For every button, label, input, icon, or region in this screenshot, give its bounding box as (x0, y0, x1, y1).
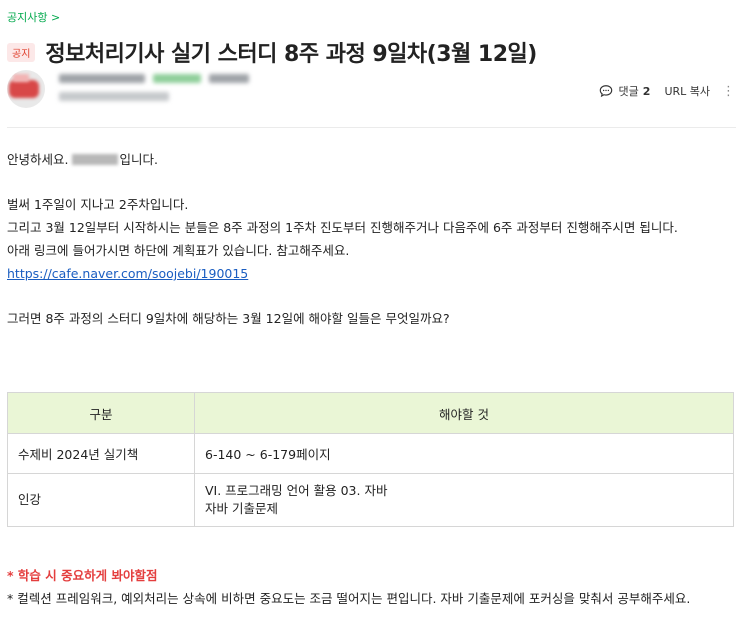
more-options-icon[interactable]: ⋮ (722, 84, 735, 99)
comment-button[interactable]: 댓글 2 (599, 83, 651, 99)
table-cell-label: 인강 (7, 473, 195, 527)
table-row: 인강 VI. 프로그래밍 언어 활용 03. 자바 자바 기출문제 (7, 473, 734, 527)
table-cell-label: 수제비 2024년 실기책 (7, 433, 195, 474)
notes-text: * 컬렉션 프레임워크, 예외처리는 상속에 비하면 중요도는 조금 떨어지는 … (7, 591, 691, 606)
study-plan-table: 구분 해야할 것 수제비 2024년 실기책 6-140 ~ 6-179페이지 … (7, 392, 734, 527)
notes-title: * 학습 시 중요하게 봐야할점 (7, 568, 158, 583)
comment-count: 2 (642, 84, 651, 98)
study-notes: * 학습 시 중요하게 봐야할점 * 컬렉션 프레임워크, 예외처리는 상속에 … (7, 564, 735, 610)
table-cell-task: 6-140 ~ 6-179페이지 (194, 433, 734, 474)
plan-link[interactable]: https://cafe.naver.com/soojebi/190015 (7, 262, 735, 285)
author-avatar[interactable] (7, 70, 45, 108)
task-text: 6-140 ~ 6-179페이지 (205, 447, 331, 462)
comment-icon (599, 85, 612, 98)
post-header-actions: 댓글 2 URL 복사 ⋮ (599, 83, 735, 99)
greeting-line: 안녕하세요. 입니다. (7, 148, 735, 171)
table-cell-task: VI. 프로그래밍 언어 활용 03. 자바 자바 기출문제 (194, 473, 734, 527)
body-line-2: 그리고 3월 12일부터 시작하시는 분들은 8주 과정의 1주차 진도부터 진… (7, 220, 678, 235)
table-row: 수제비 2024년 실기책 6-140 ~ 6-179페이지 (7, 433, 734, 474)
task-text: VI. 프로그래밍 언어 활용 03. 자바 (205, 483, 388, 498)
task-text: 자바 기출문제 (205, 501, 278, 516)
table-header-row: 구분 해야할 것 (7, 392, 734, 434)
body-line-3: 아래 링크에 들어가시면 하단에 계획표가 있습니다. 참고해주세요. (7, 243, 350, 258)
body-question: 그러면 8주 과정의 스터디 9일차에 해당하는 3월 12일에 해야할 일들은… (7, 311, 450, 326)
greeting-text: 안녕하세요. (7, 152, 73, 167)
table-header-category: 구분 (7, 392, 195, 434)
redacted-name (72, 154, 119, 165)
url-copy-button[interactable]: URL 복사 (664, 83, 710, 99)
post-body: 안녕하세요. 입니다. 벌써 1주일이 지나고 2주차입니다. 그리고 3월 1… (7, 148, 735, 330)
board-breadcrumb-link[interactable]: 공지사항 > (7, 9, 60, 25)
post-title: 정보처리기사 실기 스터디 8주 과정 9일차(3월 12일) (45, 42, 537, 67)
header-divider (7, 127, 736, 128)
greeting-suffix: 입니다. (119, 152, 158, 167)
notice-badge: 공지 (7, 42, 36, 62)
author-meta-redacted (59, 74, 249, 110)
post-title-row: 공지 정보처리기사 실기 스터디 8주 과정 9일차(3월 12일) (7, 36, 537, 68)
author-info (7, 70, 249, 110)
body-line-1: 벌써 1주일이 지나고 2주차입니다. (7, 197, 189, 212)
comment-label: 댓글 (618, 85, 639, 98)
table-header-task: 해야할 것 (194, 392, 734, 434)
